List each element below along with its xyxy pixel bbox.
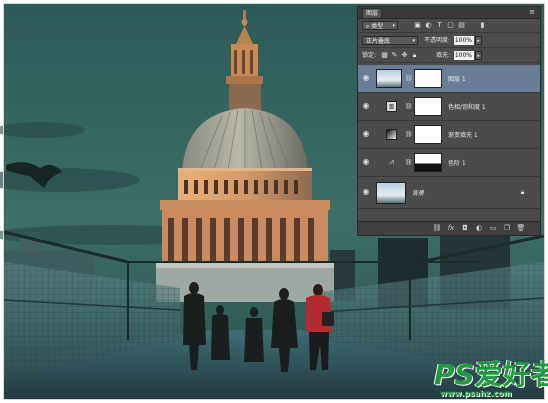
layers-panel: 图层 ≡ ⌕ 类型 ▾ ▣ ◐ T ▢ ▤ ▮ 正片叠底 ▾ 不透明度: 100% … [357,6,541,236]
gradient-fill-icon [386,129,397,140]
watermark-logo: PS爱好者 www.psahz.com [434,360,548,400]
link-icon[interactable]: ⛓ [405,74,413,83]
link-icon[interactable]: ⛓ [405,158,413,167]
new-layer-icon[interactable]: ❐ [502,224,512,233]
trash-icon[interactable]: 🗑︎ [516,224,526,233]
layers-panel-footer: ⛓ fx ◘ ◐ ▭ ❐ 🗑︎ [358,221,540,235]
layer-mask-thumbnail[interactable] [414,153,442,172]
opacity-dropdown-icon[interactable]: ▸ [475,36,482,45]
blend-mode-select[interactable]: 正片叠底 ▾ [362,36,418,45]
opacity-input[interactable]: 100% [454,36,474,45]
panel-menu-icon[interactable]: ≡ [528,8,536,16]
layer-row[interactable]: ◉ ⛓ 渐变填充 1 [358,121,540,149]
layer-row[interactable]: ◉ ⛓ 图层 1 [358,65,540,93]
visibility-eye-icon[interactable]: ◉ [361,157,371,167]
layer-name[interactable]: 渐变填充 1 [448,130,478,139]
blend-mode-value: 正片叠底 [366,38,391,45]
layer-filter-value: 类型 [371,23,384,30]
new-adjustment-icon[interactable]: ◐ [474,224,484,233]
lock-position-icon[interactable]: ✥ [400,51,409,60]
visibility-eye-icon[interactable]: ◉ [361,187,371,197]
layer-filter-select[interactable]: ⌕ 类型 ▾ [362,21,398,30]
layer-row[interactable]: ◉ ⩘ ⛓ 色阶 1 [358,149,540,177]
link-icon[interactable]: ⛓ [405,130,413,139]
layer-mask-thumbnail[interactable] [414,69,442,88]
layer-mask-thumbnail[interactable] [414,125,442,144]
lock-all-icon[interactable]: 🔒︎ [410,51,419,60]
levels-icon: ⩘ [386,157,397,168]
lock-image-icon[interactable]: ✎ [390,51,399,60]
chevron-down-icon: ▾ [412,38,415,44]
fx-icon[interactable]: fx [446,224,456,233]
opacity-label: 不透明度: [424,37,451,44]
fill-label: 填充: [436,52,451,59]
hue-saturation-icon: ▥ [386,101,397,112]
layer-name[interactable]: 色相/饱和度 1 [448,102,486,111]
layer-thumbnail [376,69,402,88]
chevron-down-icon: ▾ [392,23,395,29]
layers-panel-tabbar: 图层 ≡ [358,7,540,19]
visibility-eye-icon[interactable]: ◉ [361,129,371,139]
new-group-icon[interactable]: ▭ [488,224,498,233]
lock-label: 锁定: [362,52,377,59]
layer-mask-thumbnail[interactable] [414,97,442,116]
filter-adjustment-icon[interactable]: ◐ [424,21,433,30]
tab-layers[interactable]: 图层 [362,8,383,18]
blend-opacity-row: 正片叠底 ▾ 不透明度: 100% ▸ [358,34,540,48]
link-icon[interactable]: ⛓ [405,102,413,111]
layer-row[interactable]: ◉ 背景 🔒︎ [358,177,540,209]
link-icon[interactable]: ⛓ [432,224,442,233]
layer-filter-row: ⌕ 类型 ▾ ▣ ◐ T ▢ ▤ ▮ [358,19,540,33]
visibility-eye-icon[interactable]: ◉ [361,73,371,83]
lock-icon: 🔒︎ [520,188,525,196]
filter-pixel-icon[interactable]: ▣ [413,21,422,30]
lock-fill-row: 锁定: ▦ ✎ ✥ 🔒︎ 填充: 100% ▸ [358,49,540,63]
watermark-ps: PS [434,358,475,391]
filter-smart-object-icon[interactable]: ▤ [457,21,466,30]
layer-name[interactable]: 背景 [412,188,424,197]
visibility-eye-icon[interactable]: ◉ [361,101,371,111]
layer-name[interactable]: 色阶 1 [448,158,466,167]
fill-input[interactable]: 100% [454,51,474,60]
lock-transparent-icon[interactable]: ▦ [380,51,389,60]
watermark-cn: 爱好者 [474,358,548,391]
watermark-url: www.psahz.com [440,389,512,398]
watermark-brand: PS爱好者 [434,360,548,390]
layer-row[interactable]: ◉ ▥ ⛓ 色相/饱和度 1 [358,93,540,121]
layer-name[interactable]: 图层 1 [448,74,466,83]
fill-dropdown-icon[interactable]: ▸ [475,51,482,60]
add-mask-icon[interactable]: ◘ [460,224,470,233]
layer-thumbnail [376,182,406,204]
filter-shape-icon[interactable]: ▢ [446,21,455,30]
filter-toggle-icon[interactable]: ▮ [478,21,487,30]
filter-type-icon[interactable]: T [435,21,444,30]
